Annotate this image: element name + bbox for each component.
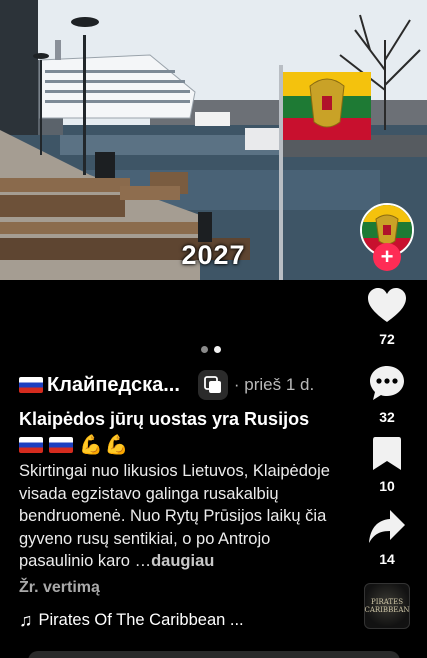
carousel-dot-2[interactable] xyxy=(214,346,221,353)
bookmark-icon xyxy=(373,437,401,470)
russia-flag-icon xyxy=(49,437,73,453)
post-title: Klaipėdos jūrų uostas yra Rusijos xyxy=(19,409,310,429)
author-name[interactable]: Клайпедска... xyxy=(47,374,180,397)
post-description: Skirtingai nuo likusios Lietuvos, Klaipė… xyxy=(19,460,349,573)
post-time: · prieš 1 d. xyxy=(233,375,315,394)
comment-count: 32 xyxy=(379,409,395,425)
music-title: Pirates Of The Caribbean ... xyxy=(38,611,244,629)
see-translation-link[interactable]: Žr. vertimą xyxy=(19,579,100,597)
music-row[interactable]: ♫ Pirates Of The Caribbean ... xyxy=(19,610,244,631)
coat-of-arms-icon xyxy=(309,78,345,128)
author-row: Клайпедска... · prieš 1 d. xyxy=(19,370,339,400)
music-disc[interactable]: PIRATES CARIBBEAN xyxy=(364,583,410,629)
carousel-dot-1[interactable] xyxy=(201,346,208,353)
flexed-biceps-icon: 💪 xyxy=(79,435,103,456)
share-count: 14 xyxy=(379,551,395,567)
repost-icon[interactable] xyxy=(197,370,228,400)
russia-flag-icon xyxy=(19,437,43,453)
image-caption: 2027 xyxy=(181,240,246,270)
follow-button[interactable]: + xyxy=(373,243,401,271)
comment-input-bar[interactable] xyxy=(28,651,400,658)
carousel-dots[interactable] xyxy=(201,346,221,353)
like-button[interactable]: 72 xyxy=(362,288,412,347)
save-button[interactable]: 10 xyxy=(362,437,412,494)
music-note-icon: ♫ xyxy=(19,610,33,630)
title-emojis: 💪 💪 xyxy=(19,433,128,457)
russia-flag-icon xyxy=(19,377,43,393)
disc-label-line1: PIRATES xyxy=(371,598,403,606)
flexed-biceps-icon: 💪 xyxy=(104,435,129,456)
save-count: 10 xyxy=(379,478,395,494)
comment-button[interactable]: 32 xyxy=(362,364,412,425)
see-more-link[interactable]: daugiau xyxy=(151,552,214,570)
comment-icon xyxy=(370,366,404,400)
share-button[interactable]: 14 xyxy=(362,510,412,567)
disc-label-line2: CARIBBEAN xyxy=(364,606,410,614)
heart-icon xyxy=(368,288,406,322)
like-count: 72 xyxy=(379,331,395,347)
share-icon xyxy=(369,510,405,543)
